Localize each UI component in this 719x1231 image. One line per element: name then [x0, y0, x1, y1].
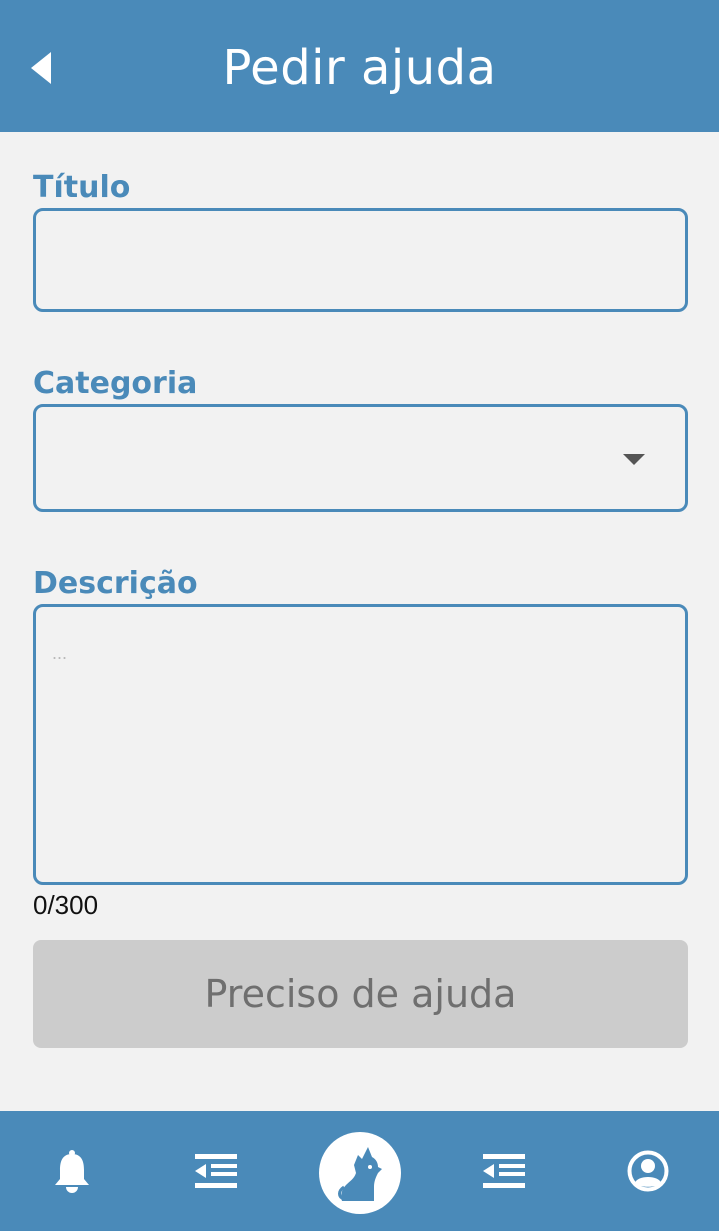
category-label: Categoria — [33, 366, 198, 401]
nav-list-right[interactable] — [444, 1111, 564, 1231]
list-indent-icon — [195, 1154, 237, 1188]
cat-logo-icon — [338, 1147, 382, 1201]
description-field-wrapper — [33, 604, 688, 885]
nav-list-left[interactable] — [156, 1111, 276, 1231]
bottom-navigation — [0, 1111, 719, 1231]
title-input[interactable] — [36, 211, 685, 309]
bell-icon — [55, 1150, 89, 1193]
user-avatar-icon — [627, 1150, 669, 1192]
title-label: Título — [33, 170, 131, 205]
description-textarea[interactable] — [36, 607, 685, 882]
app-header: Pedir ajuda — [0, 0, 719, 132]
caret-down-icon — [623, 454, 645, 465]
title-field-wrapper — [33, 208, 688, 312]
nav-profile[interactable] — [588, 1111, 708, 1231]
category-select[interactable] — [33, 404, 688, 512]
nav-home[interactable] — [319, 1132, 401, 1214]
description-label: Descrição — [33, 566, 198, 601]
page-title: Pedir ajuda — [222, 40, 497, 96]
character-counter: 0/300 — [33, 890, 99, 920]
request-help-button[interactable]: Preciso de ajuda — [33, 940, 688, 1048]
nav-notifications[interactable] — [12, 1111, 132, 1231]
list-indent-icon — [483, 1154, 525, 1188]
